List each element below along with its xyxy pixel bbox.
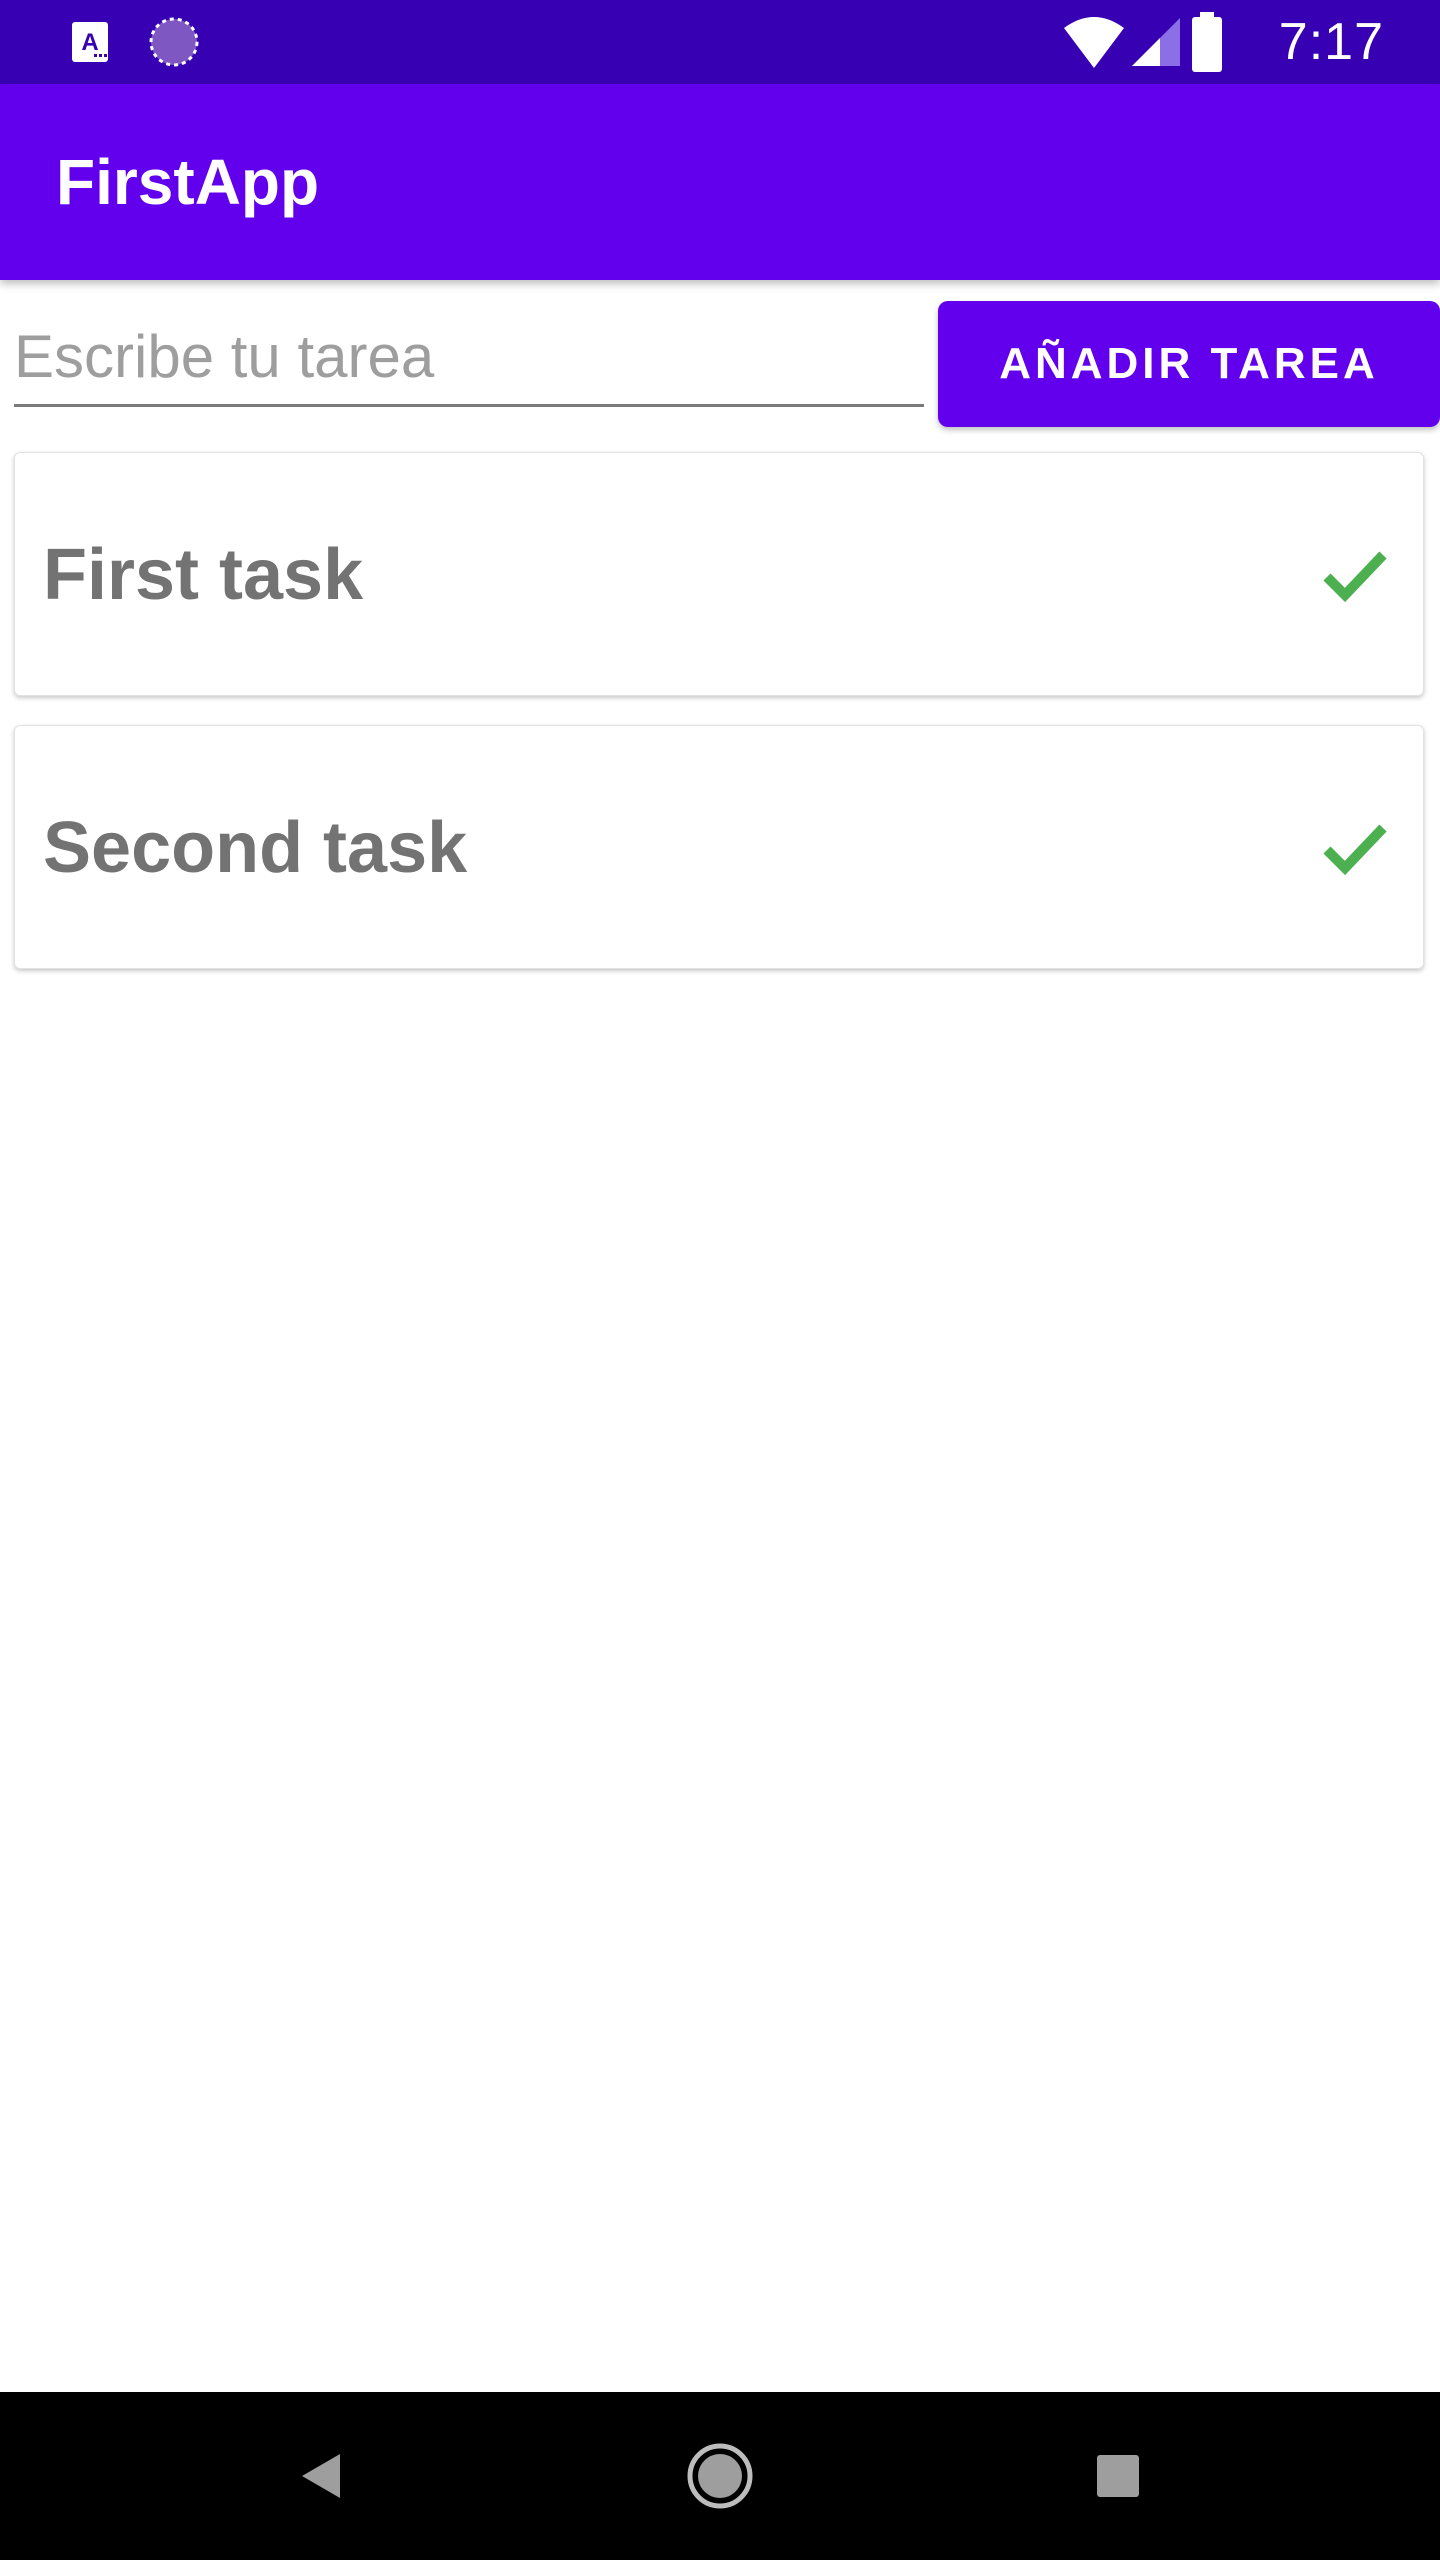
task-title: First task: [43, 535, 364, 615]
app-title: FirstApp: [56, 146, 320, 218]
task-card[interactable]: Second task: [14, 725, 1424, 969]
task-card[interactable]: First task: [14, 452, 1424, 696]
check-icon[interactable]: [1321, 818, 1389, 878]
task-title: Second task: [43, 808, 468, 888]
status-bar: A 7:17: [0, 0, 1440, 84]
recents-icon[interactable]: [1078, 2436, 1158, 2516]
navigation-bar: [0, 2392, 1440, 2560]
signal-icon: [1130, 16, 1182, 68]
add-task-button[interactable]: AÑADIR TAREA: [938, 301, 1440, 427]
status-time: 7:17: [1278, 13, 1384, 71]
home-icon[interactable]: [680, 2436, 760, 2516]
svg-text:A: A: [81, 29, 98, 56]
check-icon[interactable]: [1321, 545, 1389, 605]
keyboard-a-icon: A: [70, 20, 110, 64]
battery-icon: [1190, 12, 1224, 72]
back-icon[interactable]: [282, 2436, 362, 2516]
status-icons: 7:17: [1040, 0, 1440, 84]
wifi-icon: [1062, 14, 1126, 70]
task-input[interactable]: [14, 308, 924, 407]
app-bar: FirstApp: [0, 84, 1440, 280]
loading-icon: [148, 16, 200, 68]
